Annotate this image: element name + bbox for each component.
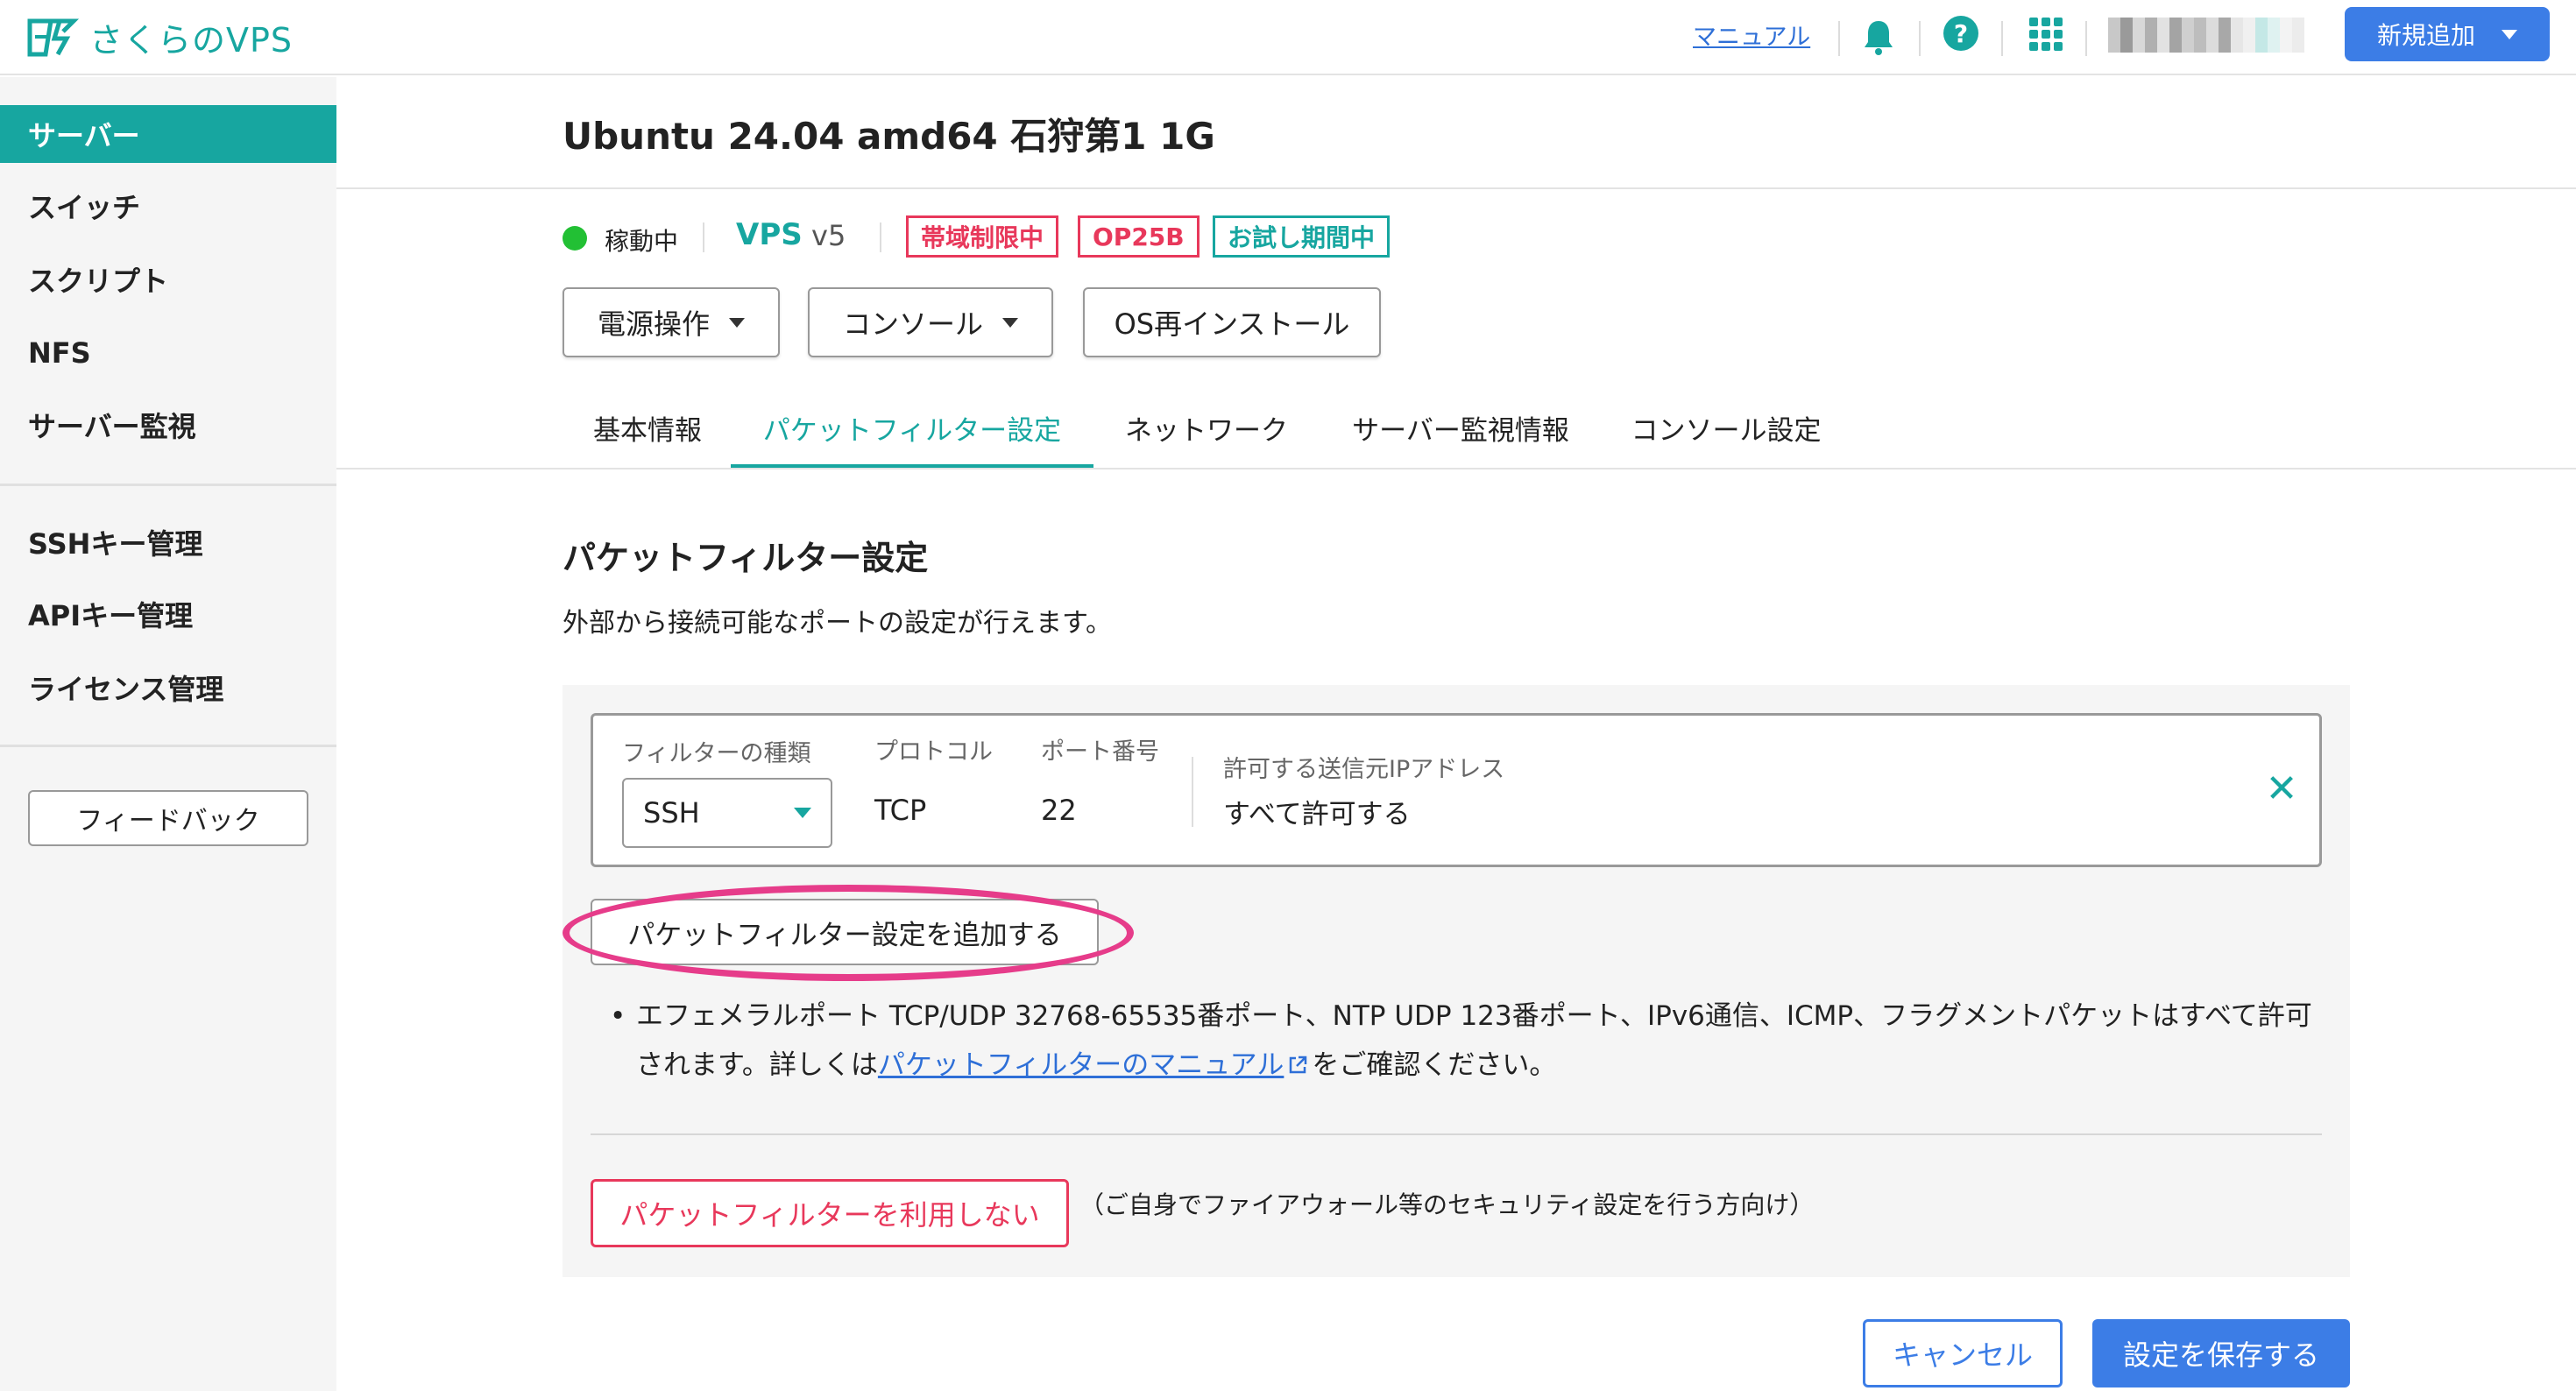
sidebar-item-servers[interactable]: サーバー xyxy=(0,105,336,163)
new-add-button[interactable]: 新規追加 xyxy=(2345,7,2550,61)
tab-server-monitoring[interactable]: サーバー監視情報 xyxy=(1327,405,1595,470)
sidebar-item-api-keys[interactable]: APIキー管理 xyxy=(0,585,336,643)
tab-console-settings[interactable]: コンソール設定 xyxy=(1603,405,1849,470)
port-value: 22 xyxy=(1041,794,1077,827)
tab-network[interactable]: ネットワーク xyxy=(1095,405,1318,470)
sidebar-item-label: スクリプト xyxy=(28,265,169,298)
sidebar-item-label: サーバー監視 xyxy=(28,410,196,443)
console-label: コンソール xyxy=(842,307,983,341)
tab-label: 基本情報 xyxy=(593,415,702,447)
plan-version: v5 xyxy=(811,219,846,252)
sidebar-item-nfs[interactable]: NFS xyxy=(0,324,336,382)
field-divider xyxy=(1192,757,1193,827)
chevron-down-icon xyxy=(729,317,745,328)
sidebar-item-switches[interactable]: スイッチ xyxy=(0,177,336,235)
status-indicator-icon xyxy=(563,226,587,251)
manual-link[interactable]: マニュアル xyxy=(1693,18,1810,52)
section-description: 外部から接続可能なポートの設定が行えます。 xyxy=(563,608,1112,639)
filter-rule-row xyxy=(591,713,2322,867)
filter-type-value: SSH xyxy=(643,796,700,830)
header-divider xyxy=(2085,21,2087,56)
protocol-value: TCP xyxy=(874,794,927,827)
console-button[interactable]: コンソール xyxy=(808,287,1053,357)
help-icon[interactable]: ? xyxy=(1943,16,1978,51)
panel-divider xyxy=(591,1133,2322,1135)
header-divider xyxy=(1919,21,1921,56)
sidebar-item-label: サーバー xyxy=(28,119,140,152)
header-divider xyxy=(1838,21,1840,56)
bell-icon[interactable] xyxy=(1861,18,1896,56)
add-filter-button[interactable]: パケットフィルター設定を追加する xyxy=(591,899,1099,965)
filter-type-select[interactable]: SSH xyxy=(622,778,832,848)
sidebar-item-server-monitoring[interactable]: サーバー監視 xyxy=(0,396,336,454)
page-title: Ubuntu 24.04 amd64 石狩第1 1G xyxy=(563,115,1215,158)
cancel-button[interactable]: キャンセル xyxy=(1863,1319,2063,1387)
save-button[interactable]: 設定を保存する xyxy=(2092,1319,2350,1387)
sidebar-item-label: ライセンス管理 xyxy=(28,673,224,706)
status-text: 稼動中 xyxy=(605,227,679,256)
account-menu[interactable] xyxy=(2108,18,2311,53)
sidebar-item-licenses[interactable]: ライセンス管理 xyxy=(0,659,336,717)
disable-filter-note: （ご自身でファイアウォール等のセキュリティ設定を行う方向け） xyxy=(1079,1190,1815,1219)
note-text-after: をご確認ください。 xyxy=(1312,1049,1557,1081)
sidebar-divider xyxy=(0,745,336,747)
tab-label: コンソール設定 xyxy=(1631,415,1822,447)
reinstall-os-button[interactable]: OS再インストール xyxy=(1083,287,1381,357)
logo-text: さくらのVPS xyxy=(89,20,294,60)
status-badge-bandwidth: 帯域制限中 xyxy=(906,215,1059,258)
disable-filter-button[interactable]: パケットフィルターを利用しない xyxy=(591,1179,1069,1247)
header-divider xyxy=(2001,21,2003,56)
title-divider xyxy=(336,187,2576,189)
chevron-down-icon xyxy=(1002,317,1018,328)
note-bullet: • xyxy=(610,1000,626,1032)
port-label: ポート番号 xyxy=(1041,738,1159,766)
status-badge-op25b: OP25B xyxy=(1078,215,1200,258)
source-ip-label: 許可する送信元IPアドレス xyxy=(1223,756,1505,783)
sidebar-item-label: SSHキー管理 xyxy=(28,527,203,561)
source-ip-value: すべて許可する xyxy=(1223,799,1411,830)
apps-grid-icon[interactable] xyxy=(2029,18,2063,51)
chevron-down-icon xyxy=(794,808,811,818)
tab-packet-filter[interactable]: パケットフィルター設定 xyxy=(731,405,1093,470)
section-title: パケットフィルター設定 xyxy=(563,539,929,577)
protocol-label: プロトコル xyxy=(874,738,993,766)
new-add-label: 新規追加 xyxy=(2376,21,2475,50)
sidebar-item-label: NFS xyxy=(28,336,91,370)
filter-type-label: フィルターの種類 xyxy=(622,740,811,767)
chevron-down-icon xyxy=(2502,29,2517,39)
sidebar-item-scripts[interactable]: スクリプト xyxy=(0,251,336,308)
status-badge-trial: お試し期間中 xyxy=(1213,215,1391,258)
status-divider xyxy=(703,222,704,252)
sidebar-item-label: スイッチ xyxy=(28,191,141,224)
external-link-icon[interactable] xyxy=(1287,1055,1308,1076)
tab-divider xyxy=(336,468,2576,470)
info-note: エフェメラルポート TCP/UDP 32768-65535番ポート、NTP UD… xyxy=(636,992,2331,1090)
power-button[interactable]: 電源操作 xyxy=(563,287,780,357)
tab-basic-info[interactable]: 基本情報 xyxy=(563,405,732,470)
badge-divider xyxy=(880,222,881,252)
feedback-button[interactable]: フィードバック xyxy=(28,790,308,846)
packet-filter-manual-link[interactable]: パケットフィルターのマニュアル xyxy=(878,1049,1284,1081)
reinstall-label: OS再インストール xyxy=(1114,307,1350,341)
plan-name: VPS xyxy=(736,217,803,252)
logo[interactable]: さくらのVPS xyxy=(25,11,293,63)
tab-label: サーバー監視情報 xyxy=(1352,415,1569,447)
close-icon[interactable]: ✕ xyxy=(2264,766,2299,811)
sidebar-divider xyxy=(0,484,336,486)
sakura-logo-icon xyxy=(27,18,80,57)
sidebar-item-ssh-keys[interactable]: SSHキー管理 xyxy=(0,513,336,571)
tab-label: パケットフィルター設定 xyxy=(762,415,1062,447)
tab-label: ネットワーク xyxy=(1125,415,1288,447)
sidebar-item-label: APIキー管理 xyxy=(28,599,194,632)
power-label: 電源操作 xyxy=(597,307,710,341)
